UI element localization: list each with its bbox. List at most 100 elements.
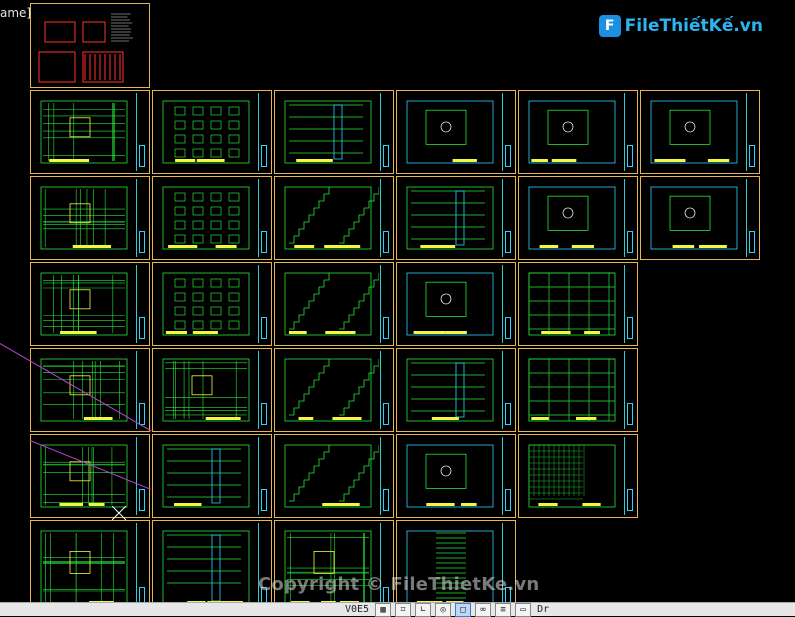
title-block xyxy=(502,523,513,613)
sheet-r5c2[interactable] xyxy=(152,434,272,518)
title-block xyxy=(136,351,147,429)
section-drawing xyxy=(401,353,499,427)
stair-drawing xyxy=(279,267,380,341)
grid-icon[interactable]: ▦ xyxy=(375,602,392,617)
title-block xyxy=(258,437,269,515)
title-block xyxy=(624,179,635,257)
title-block xyxy=(380,93,391,171)
logo-badge-icon: F xyxy=(598,15,621,37)
elevation-drawing xyxy=(157,267,255,341)
table-drawing xyxy=(523,353,621,427)
sheet-r5c5[interactable] xyxy=(518,434,638,518)
title-block xyxy=(746,179,757,257)
sheet-r1c6[interactable] xyxy=(640,90,760,174)
plan-drawing xyxy=(35,267,133,341)
elevation-drawing xyxy=(157,95,255,169)
title-block xyxy=(502,93,513,171)
sheet-r4c5[interactable] xyxy=(518,348,638,432)
title-block xyxy=(136,179,147,257)
detail-drawing xyxy=(523,95,621,169)
coordinate-readout[interactable]: V0E5 xyxy=(345,604,369,615)
sheet-r3c2[interactable] xyxy=(152,262,272,346)
otrack-icon[interactable]: ∞ xyxy=(475,602,492,617)
title-block xyxy=(502,437,513,515)
viewport-label[interactable]: ame] xyxy=(0,6,31,20)
sheet-cover[interactable] xyxy=(30,3,150,88)
title-block xyxy=(380,265,391,343)
title-block xyxy=(624,437,635,515)
title-block xyxy=(258,265,269,343)
sheet-r1c3[interactable] xyxy=(274,90,394,174)
model-space-canvas[interactable]: ame] F FileThiếtKế.vn Copyright © FileTh… xyxy=(0,0,795,617)
plan-drawing xyxy=(35,181,133,255)
notes-drawing xyxy=(401,525,499,611)
sheet-r2c1[interactable] xyxy=(30,176,150,260)
sheet-r1c1[interactable] xyxy=(30,90,150,174)
section-drawing xyxy=(401,181,499,255)
section-drawing xyxy=(157,525,255,611)
title-block xyxy=(502,179,513,257)
title-block xyxy=(502,265,513,343)
sheet-r3c5[interactable] xyxy=(518,262,638,346)
title-block xyxy=(380,523,391,613)
title-block xyxy=(624,351,635,429)
sheet-r1c5[interactable] xyxy=(518,90,638,174)
title-block xyxy=(136,93,147,171)
cover-drawing xyxy=(35,8,133,83)
filethietke-logo: F FileThiếtKế.vn xyxy=(598,12,763,40)
sheet-r1c4[interactable] xyxy=(396,90,516,174)
title-block xyxy=(380,179,391,257)
stair-drawing xyxy=(279,181,380,255)
detail-drawing xyxy=(401,95,499,169)
sheet-r5c4[interactable] xyxy=(396,434,516,518)
title-block xyxy=(258,523,269,613)
sheet-r2c5[interactable] xyxy=(518,176,638,260)
sheet-r2c2[interactable] xyxy=(152,176,272,260)
detail-drawing xyxy=(523,181,621,255)
sheet-r4c3[interactable] xyxy=(274,348,394,432)
sheet-r5c3[interactable] xyxy=(274,434,394,518)
section-drawing xyxy=(279,95,377,169)
title-block xyxy=(380,437,391,515)
model-icon[interactable]: ▭ xyxy=(515,602,532,617)
sheet-r4c4[interactable] xyxy=(396,348,516,432)
status-bar: V0E5 ▦ ⌗ ∟ ◎ □ ∞ ≡ ▭ Dr xyxy=(0,602,795,617)
detail-drawing xyxy=(645,95,743,169)
title-block xyxy=(380,351,391,429)
sheet-r4c2[interactable] xyxy=(152,348,272,432)
lineweight-icon[interactable]: ≡ xyxy=(495,602,512,617)
grid-drawing xyxy=(523,439,621,513)
snap-icon[interactable]: ⌗ xyxy=(395,602,412,617)
osnap-icon[interactable]: □ xyxy=(455,602,472,617)
sheet-r3c3[interactable] xyxy=(274,262,394,346)
title-block xyxy=(746,93,757,171)
title-block xyxy=(258,179,269,257)
sheet-r2c4[interactable] xyxy=(396,176,516,260)
title-block xyxy=(258,93,269,171)
sheet-r2c6[interactable] xyxy=(640,176,760,260)
plan-drawing xyxy=(279,525,377,611)
crosshair-cursor-icon xyxy=(111,505,127,521)
polar-icon[interactable]: ◎ xyxy=(435,602,452,617)
elevation-drawing xyxy=(157,181,255,255)
title-block xyxy=(502,351,513,429)
sheet-r3c4[interactable] xyxy=(396,262,516,346)
title-block xyxy=(136,523,147,613)
plan-drawing xyxy=(157,353,255,427)
sheet-r3c1[interactable] xyxy=(30,262,150,346)
title-block xyxy=(136,265,147,343)
plan-drawing xyxy=(35,353,133,427)
sheet-r1c2[interactable] xyxy=(152,90,272,174)
detail-drawing xyxy=(401,439,499,513)
detail-drawing xyxy=(401,267,499,341)
copyright-watermark: Copyright © FileThietKe.vn xyxy=(258,574,540,595)
title-block xyxy=(136,437,147,515)
title-block xyxy=(258,351,269,429)
logo-text: FileThiếtKế.vn xyxy=(624,16,763,36)
sheet-r2c3[interactable] xyxy=(274,176,394,260)
ortho-icon[interactable]: ∟ xyxy=(415,602,432,617)
title-block xyxy=(624,93,635,171)
detail-drawing xyxy=(645,181,743,255)
stair-drawing xyxy=(279,439,380,513)
stair-drawing xyxy=(279,353,380,427)
